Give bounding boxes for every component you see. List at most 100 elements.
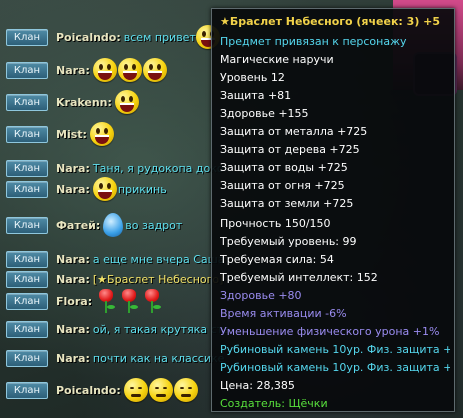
sleepy-smiley-emote-icon — [173, 378, 198, 402]
item-def-metal: Защита от металла +725 — [220, 125, 368, 138]
chat-emotes — [103, 213, 125, 237]
clan-channel-button[interactable]: Клан — [6, 125, 48, 143]
tulip-emote-icon — [141, 288, 163, 314]
item-defense: Защита +81 — [220, 89, 292, 102]
tulip-emote-icon — [95, 288, 117, 314]
chat-emotes — [92, 58, 168, 82]
item-type: Магические наручи — [220, 53, 334, 66]
chat-line: Клан Mist: — [6, 121, 115, 147]
item-def-fire: Защита от огня +725 — [220, 179, 345, 192]
item-durability: Прочность 150/150 — [220, 217, 331, 230]
clan-channel-button[interactable]: Клан — [6, 28, 48, 46]
clan-channel-button[interactable]: Клан — [6, 270, 48, 288]
chat-separator: : — [85, 252, 90, 266]
chat-separator: : — [85, 272, 90, 286]
chat-line: Клан Flora: — [6, 288, 164, 314]
chat-sender-name[interactable]: Nara — [56, 183, 85, 196]
chat-sender-name[interactable]: Krakenn — [56, 96, 108, 109]
chat-sender-name[interactable]: Nara — [56, 64, 85, 77]
item-def-water: Защита от воды +725 — [220, 161, 348, 174]
chat-emotes — [89, 122, 115, 146]
chat-sender-name[interactable]: Nara — [56, 352, 85, 365]
sleepy-smiley-emote-icon — [123, 378, 148, 402]
chat-separator: : — [116, 383, 121, 397]
item-level: Уровень 12 — [220, 71, 285, 84]
clan-channel-button[interactable]: Клан — [6, 292, 48, 310]
chat-emotes — [95, 288, 164, 314]
chat-emotes — [92, 177, 118, 201]
sweat-drop-emote-icon — [103, 213, 124, 237]
chat-message-text: а еще мне вчера Саша — [92, 252, 225, 266]
chat-item-link[interactable]: [★Браслет Небесного] — [93, 273, 224, 286]
chat-sender-name[interactable]: Nara — [56, 253, 85, 266]
item-ruby-1: Рубиновый камень 10ур. Физ. защита +85 — [220, 343, 450, 356]
chat-line: Клан Poicalndo: — [6, 377, 199, 403]
chat-separator: : — [95, 218, 101, 232]
item-req-level: Требуемый уровень: 99 — [220, 235, 357, 248]
chat-sender-name[interactable]: Фатей — [56, 219, 96, 232]
clan-channel-button[interactable]: Клан — [6, 180, 48, 198]
chat-separator: : — [85, 322, 90, 336]
chat-emotes — [123, 378, 199, 402]
chat-sender-name[interactable]: Nara — [56, 162, 85, 175]
chat-line: Клан Krakenn: — [6, 89, 140, 115]
clan-channel-button[interactable]: Клан — [6, 349, 48, 367]
chat-message-text: ой, я такая крутяка ста — [92, 322, 230, 336]
clan-channel-button[interactable]: Клан — [6, 61, 48, 79]
clan-channel-button[interactable]: Клан — [6, 159, 48, 177]
chat-sender-name[interactable]: Nara — [56, 323, 85, 336]
chat-message-text: Таня, я рудокопа доко — [92, 161, 224, 175]
item-health: Здоровье +155 — [220, 107, 309, 120]
clan-channel-button[interactable]: Клан — [6, 216, 48, 234]
chat-message-text: всем привет — [123, 30, 196, 44]
chat-emotes — [114, 90, 140, 114]
chat-separator: : — [82, 127, 87, 141]
clan-channel-button[interactable]: Клан — [6, 381, 48, 399]
chat-sender-name[interactable]: Poicalndo — [56, 384, 116, 397]
chat-separator: : — [107, 95, 112, 109]
item-cast-time: Время активации -6% — [220, 307, 347, 320]
clan-channel-button[interactable]: Клан — [6, 250, 48, 268]
chat-separator: : — [85, 351, 90, 365]
chat-message-text: прикинь — [117, 182, 167, 196]
item-bound-status: Предмет привязан к персонажу — [220, 35, 407, 48]
item-ruby-2: Рубиновый камень 10ур. Физ. защита +85 — [220, 361, 450, 374]
chat-sender-name[interactable]: Mist — [56, 128, 83, 141]
item-req-strength: Требуемая сила: 54 — [220, 253, 334, 266]
chat-message-text: во задрот — [125, 218, 183, 232]
smiley-emote-icon — [114, 90, 139, 114]
chat-line: Клан Nara: ой, я такая крутяка ста — [6, 316, 230, 342]
smiley-emote-icon — [142, 58, 167, 82]
tulip-emote-icon — [118, 288, 140, 314]
item-bonus-health: Здоровье +80 — [220, 289, 302, 302]
chat-separator: : — [85, 161, 90, 175]
chat-line: Клан Nara: — [6, 57, 168, 83]
smiley-emote-icon — [117, 58, 142, 82]
chat-line: Клан Фатей: во задрот — [6, 212, 182, 238]
chat-sender-name[interactable]: Nara — [56, 273, 85, 286]
sleepy-smiley-emote-icon — [148, 378, 173, 402]
item-price: Цена: 28,385 — [220, 379, 295, 392]
chat-separator: : — [116, 30, 121, 44]
chat-sender-name[interactable]: Poicalndo — [56, 31, 116, 44]
chat-separator: : — [85, 63, 90, 77]
chat-sender-name[interactable]: Flora — [56, 295, 88, 308]
smiley-emote-icon — [89, 122, 114, 146]
chat-separator: : — [85, 182, 90, 196]
chat-separator: : — [87, 294, 93, 308]
item-creator: Создатель: Щёчки — [220, 397, 328, 410]
chat-line: Клан Nara: прикинь — [6, 176, 167, 202]
smiley-emote-icon — [92, 177, 117, 201]
item-tooltip: ★Браслет Небесного (ячеек: 3) +5 Предмет… — [211, 8, 455, 412]
smiley-emote-icon — [92, 58, 117, 82]
item-req-int: Требуемый интеллект: 152 — [220, 271, 378, 284]
item-title: ★Браслет Небесного (ячеек: 3) +5 — [220, 15, 441, 28]
chat-message-text: почти как на классике — [92, 351, 225, 365]
item-def-earth: Защита от земли +725 — [220, 197, 354, 210]
clan-channel-button[interactable]: Клан — [6, 320, 48, 338]
clan-channel-button[interactable]: Клан — [6, 93, 48, 111]
chat-line: Клан Poicalndo: всем привет — [6, 24, 221, 50]
item-def-wood: Защита от дерева +725 — [220, 143, 360, 156]
item-phys-reduce: Уменьшение физического урона +1% — [220, 325, 440, 338]
chat-line: Клан Nara: почти как на классике — [6, 345, 224, 371]
